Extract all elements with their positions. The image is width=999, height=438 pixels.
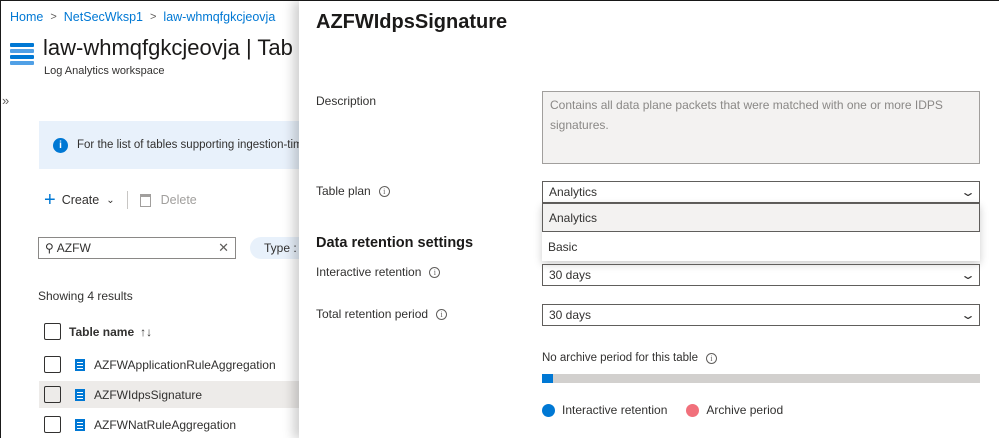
table-icon [75, 358, 85, 371]
row-checkbox[interactable] [44, 386, 61, 403]
retention-bar [542, 374, 980, 383]
legend-label: Interactive retention [562, 403, 668, 417]
table-name[interactable]: AZFWApplicationRuleAggregation [94, 358, 276, 372]
info-tooltip-icon[interactable]: i [436, 308, 448, 320]
delete-label: Delete [160, 193, 197, 207]
interactive-retention-value: 30 days [549, 268, 592, 282]
toolbar: + Create ⌄ Delete [44, 190, 197, 210]
create-button[interactable]: + Create ⌄ [44, 190, 115, 210]
table-details-panel: AZFWIdpsSignature Description Contains a… [299, 1, 999, 438]
archive-note-text: No archive period for this table [542, 352, 698, 364]
panel-title: AZFWIdpsSignature [316, 11, 508, 33]
option-basic[interactable]: Basic [542, 232, 980, 261]
search-value: AZFW [56, 241, 91, 255]
table-name[interactable]: AZFWNatRuleAggregation [94, 418, 236, 432]
legend-item-archive: Archive period [686, 403, 783, 417]
type-filter-pill[interactable]: Type : [250, 237, 301, 259]
search-input[interactable]: ⚲ AZFW ✕ [38, 237, 236, 259]
results-count: Showing 4 results [38, 289, 133, 303]
info-banner-text: For the list of tables supporting ingest… [77, 139, 301, 151]
table-plan-label-text: Table plan [316, 184, 371, 198]
column-header-table-name[interactable]: Table name [69, 325, 134, 339]
interactive-retention-label-text: Interactive retention [316, 265, 422, 279]
legend-label: Archive period [706, 403, 784, 417]
table-plan-options: Analytics Basic [542, 203, 980, 261]
breadcrumb-law[interactable]: law-whmqfgkcjeovja [163, 10, 275, 24]
chevron-down-icon: ⌄ [959, 185, 977, 199]
retention-legend: Interactive retention Archive period [542, 403, 802, 417]
interactive-retention-dropdown[interactable]: 30 days ⌄ [542, 264, 980, 286]
info-tooltip-icon[interactable]: i [378, 185, 390, 197]
table-name[interactable]: AZFWIdpsSignature [94, 388, 202, 402]
total-retention-dropdown[interactable]: 30 days ⌄ [542, 304, 980, 326]
description-label: Description [316, 94, 376, 108]
description-label-text: Description [316, 94, 377, 108]
breadcrumb-separator: > [149, 11, 157, 23]
breadcrumb: Home > NetSecWksp1 > law-whmqfgkcjeovja [10, 10, 275, 24]
legend-dot-archive [686, 403, 700, 417]
table-header: Table name ↑↓ [44, 323, 152, 340]
table-plan-label: Table plan i [316, 184, 390, 198]
total-retention-value: 30 days [549, 308, 592, 322]
page-title: law-whmqfgkcjeovja | Tab [43, 35, 293, 60]
info-icon: i [53, 137, 68, 153]
page-subtitle: Log Analytics workspace [44, 65, 165, 77]
archive-note: No archive period for this table i [542, 352, 717, 364]
log-analytics-icon [10, 43, 34, 67]
select-all-checkbox[interactable] [44, 323, 61, 340]
chevron-down-icon: ⌄ [959, 308, 977, 322]
table-row[interactable]: AZFWNatRuleAggregation [39, 411, 301, 438]
breadcrumb-workspace[interactable]: NetSecWksp1 [64, 10, 143, 24]
breadcrumb-home[interactable]: Home [10, 10, 43, 24]
clear-search-icon[interactable]: ✕ [218, 240, 229, 256]
option-analytics[interactable]: Analytics [542, 203, 980, 232]
breadcrumb-separator: > [50, 11, 57, 23]
total-retention-label: Total retention period i [316, 307, 448, 321]
table-row[interactable]: AZFWIdpsSignature [39, 381, 301, 408]
trash-icon [139, 193, 151, 207]
table-icon [75, 388, 85, 401]
total-retention-label-text: Total retention period [316, 307, 429, 321]
legend-item-interactive: Interactive retention [542, 403, 667, 417]
table-plan-selected: Analytics [549, 185, 598, 199]
background-blade: Home > NetSecWksp1 > law-whmqfgkcjeovja … [1, 1, 301, 438]
row-checkbox[interactable] [44, 416, 61, 433]
info-tooltip-icon[interactable]: i [429, 266, 441, 278]
table-row[interactable]: AZFWApplicationRuleAggregation [39, 351, 301, 378]
chevron-down-icon: ⌄ [106, 194, 115, 206]
row-checkbox[interactable] [44, 356, 61, 373]
retention-heading: Data retention settings [316, 235, 474, 251]
sort-icon[interactable]: ↑↓ [140, 325, 152, 339]
plus-icon: + [44, 189, 56, 211]
table-plan-dropdown[interactable]: Analytics ⌄ [542, 181, 980, 203]
description-field: Contains all data plane packets that wer… [542, 91, 980, 164]
create-label: Create [61, 193, 100, 207]
chevron-down-icon: ⌄ [959, 268, 977, 282]
delete-button[interactable]: Delete [139, 193, 197, 207]
retention-bar-fill [542, 374, 553, 383]
page-header: law-whmqfgkcjeovja | Tab [10, 35, 293, 67]
search-icon: ⚲ [45, 241, 54, 255]
info-tooltip-icon[interactable]: i [705, 352, 717, 364]
info-banner: i For the list of tables supporting inge… [39, 121, 301, 169]
expand-menu-icon[interactable]: » [2, 93, 9, 108]
table-icon [75, 418, 85, 431]
interactive-retention-label: Interactive retention i [316, 265, 441, 279]
toolbar-divider [126, 191, 128, 209]
legend-dot-interactive [542, 403, 555, 417]
